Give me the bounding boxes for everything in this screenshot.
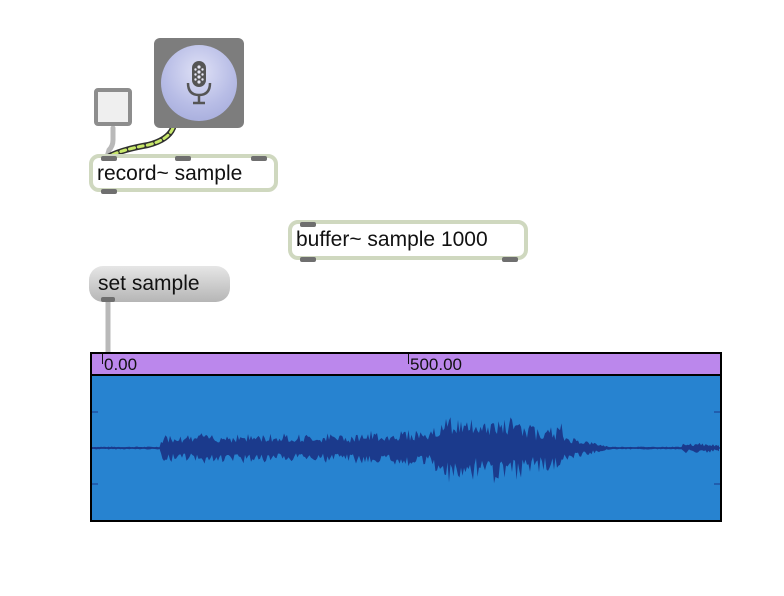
record-object[interactable]: record~ sample <box>89 154 278 194</box>
buffer-object[interactable]: buffer~ sample 1000 <box>288 220 528 262</box>
patcher-canvas[interactable]: record~ sample buffer~ sample 1000 set s… <box>0 0 784 596</box>
record-inlet-1[interactable] <box>101 156 117 161</box>
buffer-inlet[interactable] <box>300 222 316 227</box>
ezadc-button[interactable] <box>161 45 237 121</box>
waveform-ruler[interactable]: 0.00 500.00 <box>92 354 720 376</box>
waveform-trace <box>92 417 719 484</box>
buffer-outlet-1[interactable] <box>300 257 316 262</box>
record-inlet-2[interactable] <box>175 156 191 161</box>
set-sample-message-label: set sample <box>98 272 200 295</box>
waveform-display[interactable]: 0.00 500.00 <box>90 352 722 522</box>
buffer-object-label: buffer~ sample 1000 <box>296 228 488 251</box>
record-outlet[interactable] <box>101 189 117 194</box>
ruler-label-mid: 500.00 <box>410 355 462 374</box>
ruler-tick-mid <box>408 354 409 364</box>
set-sample-message[interactable]: set sample <box>89 266 230 302</box>
toggle-button[interactable] <box>94 88 132 126</box>
ruler-label-start: 0.00 <box>104 355 138 374</box>
buffer-outlet-2[interactable] <box>502 257 518 262</box>
message-outlet[interactable] <box>101 297 115 302</box>
microphone-icon <box>186 61 212 105</box>
ruler-tick-start <box>102 354 103 364</box>
record-object-label: record~ sample <box>97 162 243 185</box>
record-inlet-3[interactable] <box>251 156 267 161</box>
waveform-plot[interactable] <box>92 376 720 520</box>
ezadc-object[interactable] <box>154 38 244 128</box>
